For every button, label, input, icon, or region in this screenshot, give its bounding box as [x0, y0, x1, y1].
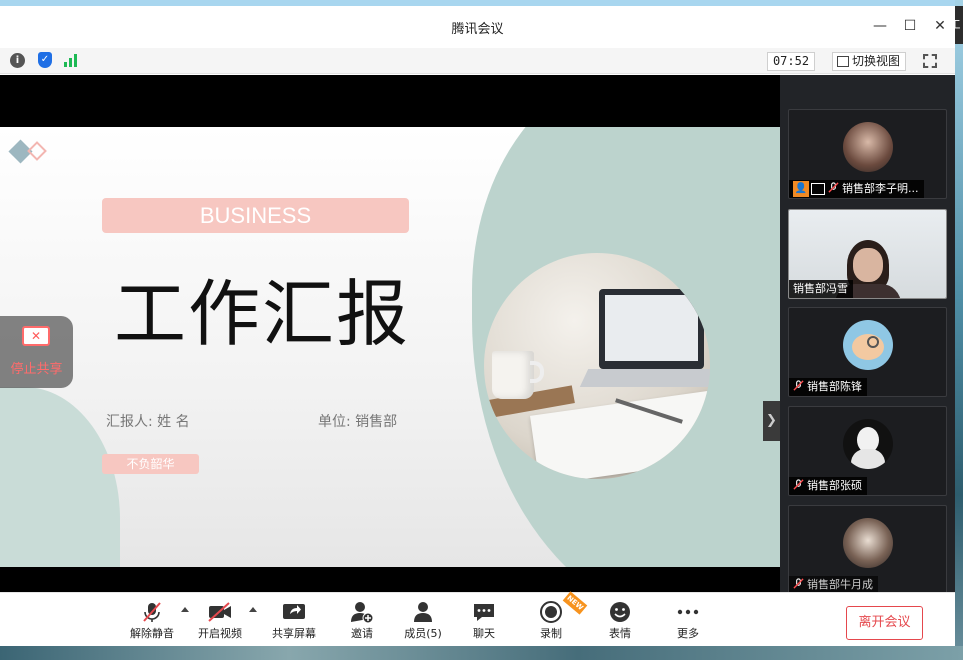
participant-tile[interactable]: 销售部陈锋	[788, 307, 947, 397]
members-label: 成员(5)	[404, 627, 442, 640]
mic-muted-icon	[828, 182, 839, 193]
slide-logo	[8, 139, 52, 165]
share-screen-label: 共享屏幕	[272, 627, 316, 640]
emoji-label: 表情	[609, 627, 631, 640]
emoji-button[interactable]: 表情	[590, 601, 650, 643]
collapse-gallery-button[interactable]: ❯	[763, 401, 780, 441]
participant-name-bar: 销售部张硕	[789, 477, 867, 495]
participant-name: 销售部牛月成	[807, 578, 873, 591]
chat-button[interactable]: 聊天	[454, 601, 514, 643]
maximize-icon[interactable]: ☐	[902, 18, 918, 34]
start-video-button[interactable]: 开启视频	[190, 601, 250, 643]
close-icon[interactable]: ✕	[932, 18, 948, 34]
info-icon[interactable]: i	[10, 53, 25, 68]
host-icon: 👤	[793, 181, 809, 197]
participant-tile[interactable]: 👤 销售部李子明...	[788, 109, 947, 199]
members-button[interactable]: 成员(5)	[393, 601, 453, 643]
stop-share-label: 停止共享	[10, 362, 63, 377]
start-video-label: 开启视频	[198, 627, 242, 640]
switch-view-button[interactable]: 切换视图	[832, 52, 906, 71]
emoji-icon	[610, 602, 630, 622]
meeting-window: 腾讯会议 — ☐ ✕ i ✓ 07:52 切换视图 BUSINESS 工作汇报 …	[0, 6, 955, 646]
chat-icon	[474, 604, 494, 621]
slide-reporter: 汇报人: 姓 名	[106, 414, 190, 430]
more-dots-icon	[677, 609, 699, 615]
avatar	[843, 419, 893, 469]
shield-icon[interactable]: ✓	[38, 52, 52, 68]
camera-off-icon	[208, 602, 231, 622]
participant-name: 销售部冯雪	[793, 282, 848, 295]
shared-screen-stage: BUSINESS 工作汇报 汇报人: 姓 名 单位: 销售部 不负韶华 ❯	[0, 75, 780, 592]
members-icon	[414, 602, 432, 622]
share-screen-icon	[283, 604, 305, 619]
stop-share-button[interactable]: ✕ 停止共享	[0, 316, 73, 388]
slide-desk-photo	[484, 253, 710, 479]
switch-view-icon	[837, 56, 849, 67]
audio-options-caret-icon[interactable]	[181, 607, 189, 612]
slide-decor-shape-small	[0, 387, 120, 567]
share-screen-button[interactable]: 共享屏幕	[264, 601, 324, 643]
add-user-icon	[351, 602, 374, 623]
meeting-info-bar: i ✓ 07:52 切换视图	[0, 48, 955, 74]
participant-tile[interactable]: 销售部冯雪	[788, 209, 947, 299]
mic-muted-icon	[143, 602, 161, 622]
more-label: 更多	[677, 627, 699, 640]
meeting-timer: 07:52	[767, 52, 815, 71]
more-button[interactable]: 更多	[658, 601, 718, 643]
desktop-right-strip	[955, 0, 963, 660]
participant-name: 销售部张硕	[807, 479, 862, 492]
avatar	[843, 320, 893, 370]
avatar	[843, 122, 893, 172]
chat-label: 聊天	[473, 627, 495, 640]
unmute-button[interactable]: 解除静音	[122, 601, 182, 643]
title-bar: 腾讯会议 — ☐ ✕	[0, 6, 955, 48]
participant-tile[interactable]: 销售部张硕	[788, 406, 947, 496]
desktop-bottom-strip	[0, 646, 963, 660]
participant-name-bar: 销售部冯雪	[789, 280, 853, 298]
window-title: 腾讯会议	[451, 22, 504, 37]
mic-muted-icon	[793, 578, 804, 589]
switch-view-label: 切换视图	[852, 54, 901, 68]
participant-name-bar: 销售部牛月成	[789, 576, 878, 592]
participant-tile[interactable]: 销售部牛月成	[788, 505, 947, 592]
leave-meeting-button[interactable]: 离开会议	[846, 606, 923, 640]
presentation-slide: BUSINESS 工作汇报 汇报人: 姓 名 单位: 销售部 不负韶华	[0, 127, 780, 567]
signal-bars-icon[interactable]	[64, 54, 80, 67]
invite-label: 邀请	[351, 627, 373, 640]
avatar	[843, 518, 893, 568]
invite-button[interactable]: 邀请	[332, 601, 392, 643]
participant-name-bar: 👤 销售部李子明...	[789, 180, 924, 198]
video-options-caret-icon[interactable]	[249, 607, 257, 612]
stop-share-icon: ✕	[22, 326, 50, 346]
mic-muted-icon	[793, 380, 804, 391]
mic-muted-icon	[793, 479, 804, 490]
participant-name: 销售部李子明...	[842, 182, 919, 195]
record-icon	[540, 601, 562, 623]
slide-title: 工作汇报	[114, 272, 411, 356]
fullscreen-icon[interactable]	[923, 54, 937, 68]
record-label: 录制	[540, 627, 562, 640]
slide-business-pill: BUSINESS	[102, 198, 409, 233]
participant-gallery: 👤 销售部李子明... 销售部冯雪 销售部陈锋 销售部张硕 销售部牛月成	[780, 75, 955, 592]
slide-tag: 不负韶华	[102, 454, 199, 474]
screen-share-icon	[811, 183, 825, 195]
minimize-icon[interactable]: —	[872, 18, 888, 34]
slide-unit: 单位: 销售部	[318, 414, 398, 430]
participant-name-bar: 销售部陈锋	[789, 378, 867, 396]
meeting-toolbar: 解除静音 开启视频 共享屏幕 邀请 成员(5) 聊天 录制 NEW 表情 更多 …	[0, 591, 955, 646]
unmute-label: 解除静音	[130, 627, 174, 640]
participant-name: 销售部陈锋	[807, 380, 862, 393]
